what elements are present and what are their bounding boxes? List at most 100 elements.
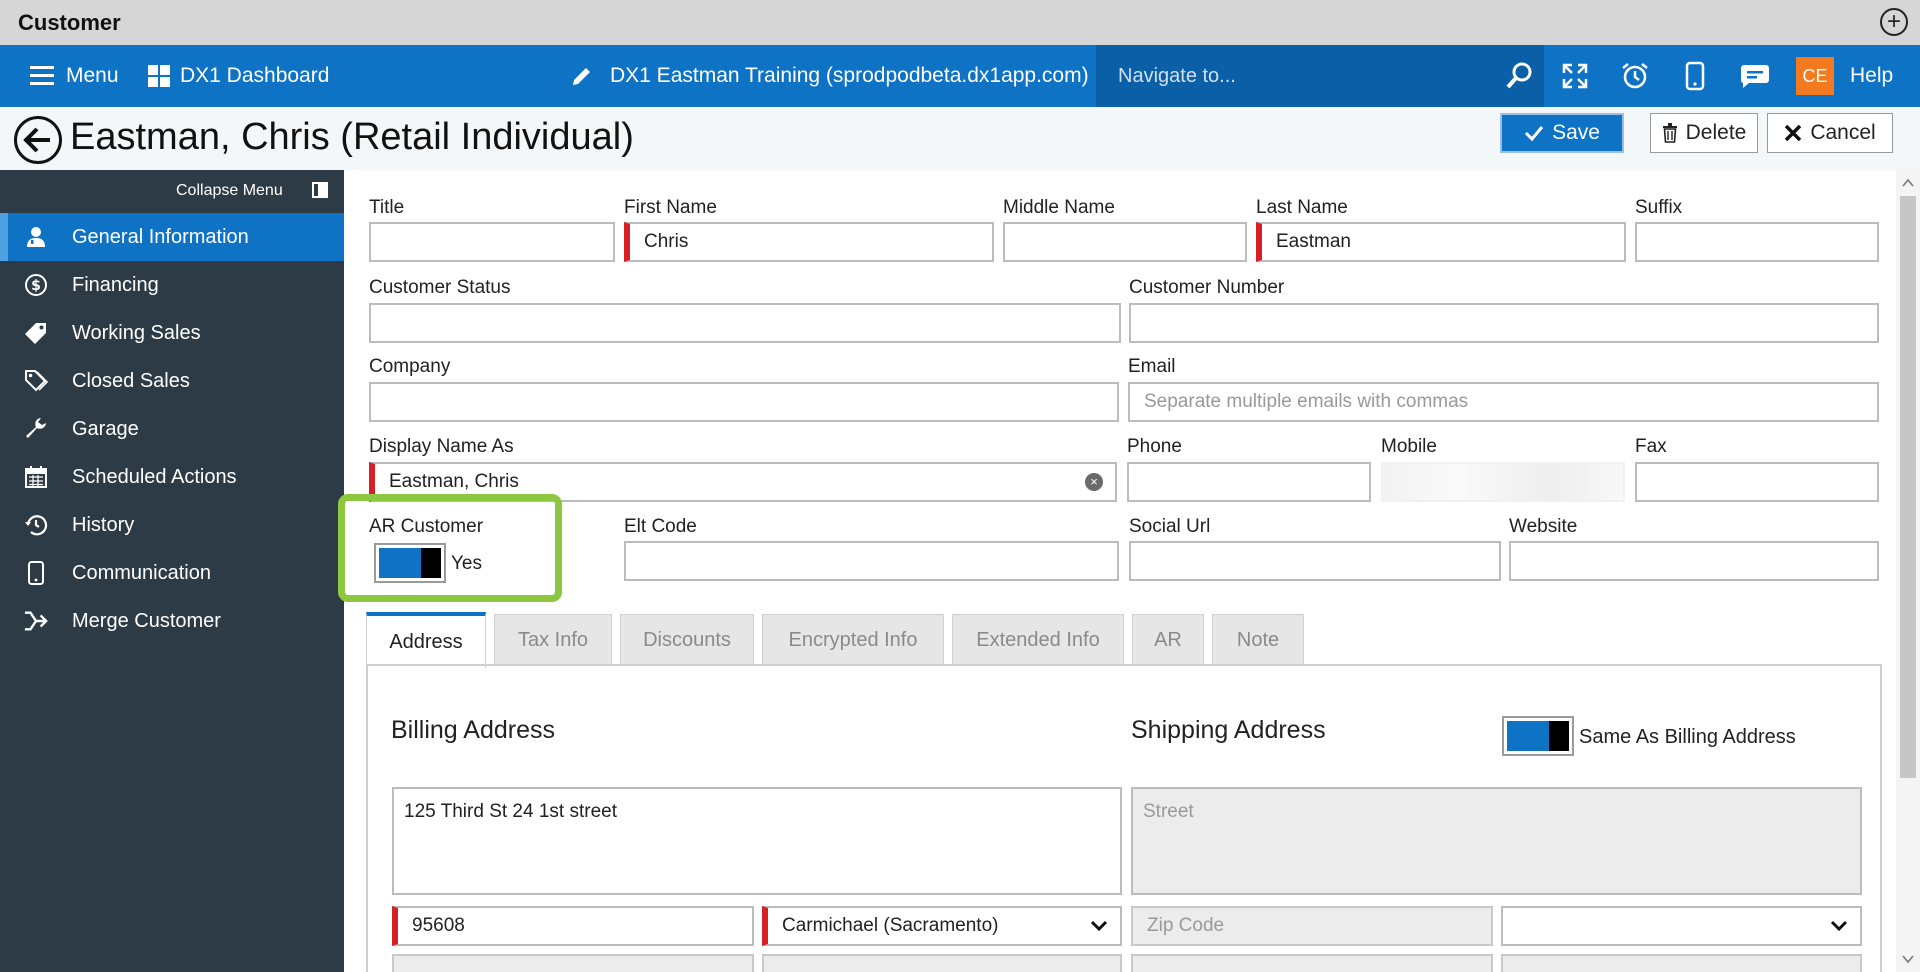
pencil-icon [573, 68, 590, 85]
close-icon [1785, 124, 1802, 142]
elt-code-field[interactable] [624, 541, 1119, 581]
toggle-knob [421, 548, 441, 578]
mobile-field[interactable] [1381, 462, 1625, 502]
customer-status-label: Customer Status [369, 277, 511, 298]
tab-ar[interactable]: AR [1132, 614, 1204, 666]
tab-extended-info[interactable]: Extended Info [952, 614, 1124, 666]
ar-customer-label: AR Customer [369, 516, 484, 537]
phone-field[interactable] [1127, 462, 1371, 502]
billing-zip-field[interactable]: 95608 [392, 906, 754, 946]
sidebar-item-label: Financing [72, 273, 159, 296]
sidebar-item-general-information[interactable]: General Information [0, 213, 344, 261]
messages-button[interactable] [1724, 45, 1786, 107]
menu-label: Menu [66, 64, 119, 87]
shipping-zip-field[interactable]: Zip Code [1131, 906, 1493, 946]
sidebar-item-merge-customer[interactable]: Merge Customer [0, 597, 344, 645]
reminders-button[interactable] [1604, 45, 1666, 107]
same-as-billing-toggle[interactable] [1502, 716, 1574, 756]
sidebar-item-history[interactable]: History [0, 501, 344, 549]
sidebar-item-scheduled-actions[interactable]: Scheduled Actions [0, 453, 344, 501]
email-label: Email [1128, 356, 1176, 377]
scroll-thumb[interactable] [1900, 196, 1916, 778]
collapse-menu-label[interactable]: Collapse Menu [176, 182, 283, 200]
middle-name-field[interactable] [1003, 222, 1247, 262]
scroll-up-icon[interactable] [1901, 176, 1915, 190]
tab-tax-info[interactable]: Tax Info [494, 614, 612, 666]
toggle-knob [1549, 721, 1569, 751]
mobile-phone-icon [1685, 61, 1705, 91]
fax-label: Fax [1635, 436, 1667, 457]
suffix-label: Suffix [1635, 197, 1683, 218]
same-as-billing-label: Same As Billing Address [1579, 726, 1796, 748]
expand-icon [1562, 63, 1588, 89]
display-name-value: Eastman, Chris [389, 471, 519, 492]
navigate-input[interactable] [1118, 59, 1478, 93]
menu-button[interactable]: Menu [30, 45, 119, 107]
phone-label: Phone [1127, 436, 1182, 457]
check-icon [1525, 126, 1544, 142]
dashboard-button[interactable]: DX1 Dashboard [148, 45, 329, 107]
ar-customer-toggle[interactable] [374, 543, 446, 583]
sidebar-item-communication[interactable]: Communication [0, 549, 344, 597]
site-link[interactable]: DX1 Eastman Training (sprodpodbeta.dx1ap… [570, 45, 1089, 107]
vertical-scrollbar[interactable] [1896, 170, 1920, 972]
wrench-icon [24, 417, 48, 441]
sidebar-item-working-sales[interactable]: Working Sales [0, 309, 344, 357]
billing-street-field[interactable]: 125 Third St 24 1st street [392, 787, 1122, 895]
sidebar-item-closed-sales[interactable]: Closed Sales [0, 357, 344, 405]
last-name-field[interactable]: Eastman [1256, 222, 1626, 262]
page-title: Eastman, Chris (Retail Individual) [70, 116, 634, 158]
fax-field[interactable] [1635, 462, 1879, 502]
customer-number-field[interactable] [1129, 303, 1879, 343]
search-icon[interactable] [1504, 61, 1534, 91]
tab-discounts[interactable]: Discounts [620, 614, 754, 666]
svg-text:$: $ [31, 278, 41, 294]
billing-address-title: Billing Address [391, 716, 555, 744]
mobile-button[interactable] [1664, 45, 1726, 107]
cancel-button[interactable]: Cancel [1767, 113, 1893, 153]
billing-city-select[interactable]: Carmichael (Sacramento) [762, 906, 1122, 946]
social-url-field[interactable] [1129, 541, 1501, 581]
first-name-field[interactable]: Chris [624, 222, 994, 262]
page-header: Eastman, Chris (Retail Individual) Save … [0, 107, 1920, 170]
sidebar-item-label: Scheduled Actions [72, 465, 237, 488]
sidebar-item-garage[interactable]: Garage [0, 405, 344, 453]
shipping-city-select[interactable] [1501, 906, 1862, 946]
suffix-field[interactable] [1635, 222, 1879, 262]
email-field[interactable]: Separate multiple emails with commas [1128, 382, 1879, 422]
chevron-down-icon [1090, 920, 1108, 932]
delete-button[interactable]: Delete [1650, 113, 1758, 153]
collapse-icon[interactable] [312, 182, 328, 198]
sidebar-item-label: Closed Sales [72, 369, 190, 392]
dashboard-icon [148, 65, 170, 87]
sidebar-item-financing[interactable]: $ Financing [0, 261, 344, 309]
user-avatar[interactable]: CE [1796, 57, 1834, 95]
shipping-address-title: Shipping Address [1131, 716, 1326, 744]
back-button[interactable] [14, 116, 62, 164]
help-link[interactable]: Help [1850, 45, 1893, 107]
tab-address[interactable]: Address [366, 612, 486, 668]
website-field[interactable] [1509, 541, 1879, 581]
billing-country-field[interactable] [762, 954, 1122, 972]
shipping-state-field[interactable] [1131, 954, 1493, 972]
shipping-country-field[interactable] [1501, 954, 1862, 972]
dashboard-label: DX1 Dashboard [180, 64, 330, 87]
billing-state-field[interactable] [392, 954, 754, 972]
tab-encrypted-info[interactable]: Encrypted Info [762, 614, 944, 666]
company-field[interactable] [369, 382, 1119, 422]
fullscreen-button[interactable] [1544, 45, 1606, 107]
last-name-label: Last Name [1256, 197, 1348, 218]
display-name-label: Display Name As [369, 436, 514, 457]
add-icon[interactable]: + [1880, 8, 1908, 36]
customer-status-field[interactable] [369, 303, 1121, 343]
delete-label: Delete [1685, 121, 1747, 144]
shipping-street-field[interactable]: Street [1131, 787, 1862, 895]
ar-customer-highlight [338, 494, 562, 602]
navigate-search [1096, 45, 1544, 107]
tab-note[interactable]: Note [1212, 614, 1304, 666]
save-label: Save [1552, 121, 1600, 144]
scroll-down-icon[interactable] [1901, 952, 1915, 966]
clear-icon[interactable]: × [1085, 473, 1103, 491]
save-button[interactable]: Save [1500, 113, 1624, 153]
title-field[interactable] [369, 222, 615, 262]
